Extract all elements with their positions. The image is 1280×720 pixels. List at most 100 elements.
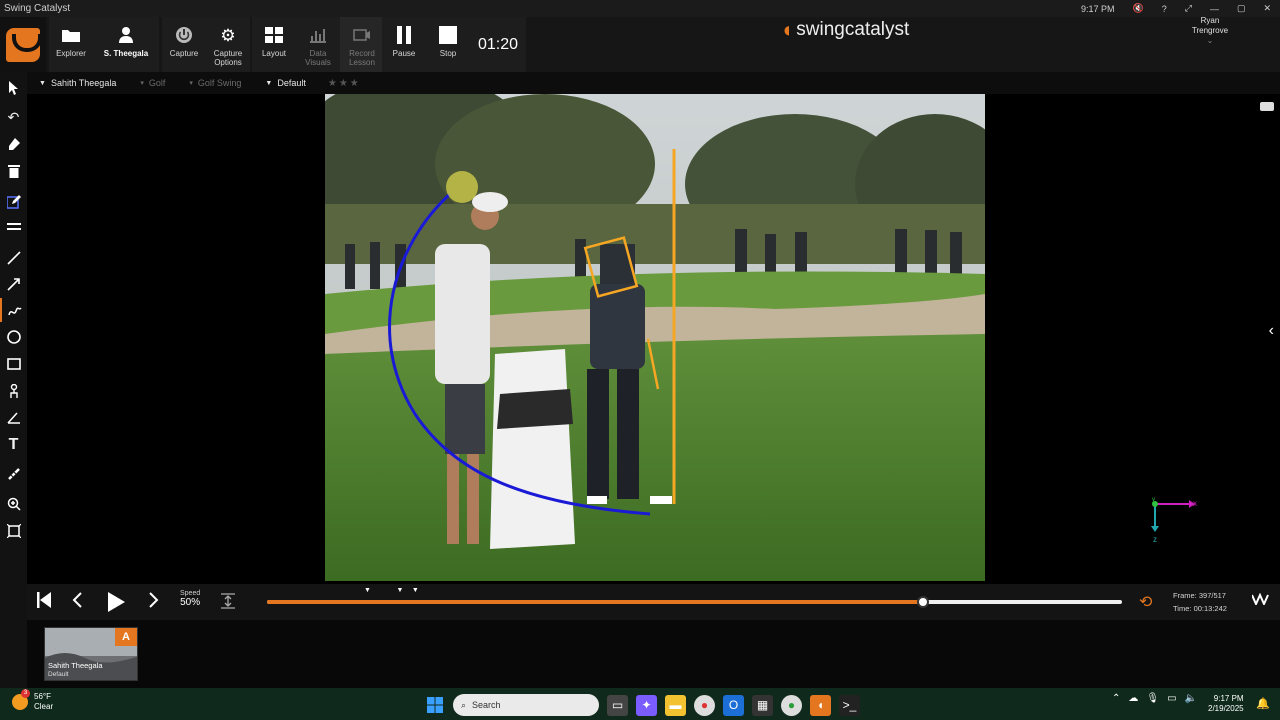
timeline-track[interactable]: ▼ ▼ ▼: [267, 587, 1122, 608]
taskbar-search[interactable]: ⌕ Search: [453, 694, 599, 716]
chrome-icon[interactable]: ●: [694, 694, 715, 716]
calculator-icon[interactable]: ▦: [752, 694, 773, 716]
clip-badge: A: [115, 628, 137, 646]
clip-name: Sahith Theegala: [48, 661, 103, 670]
pointer-icon[interactable]: [0, 76, 27, 100]
network-icon[interactable]: ▭: [1167, 693, 1176, 704]
stop-button[interactable]: Stop: [426, 17, 470, 72]
timeline-marker[interactable]: ▼: [397, 587, 404, 594]
windows-taskbar: 3 56°F Clear ⌕ Search ▭ ✦ ▬ ● O ▦ ● ◖ >_…: [0, 688, 1280, 720]
previous-frame-icon[interactable]: [72, 592, 82, 613]
explorer-button[interactable]: Explorer: [49, 17, 93, 72]
swing-catalyst-taskbar-icon[interactable]: ◖: [810, 694, 831, 716]
task-view-icon[interactable]: ▭: [607, 694, 628, 716]
layout-button[interactable]: Layout: [252, 17, 296, 72]
expand-icon[interactable]: ⤢: [1176, 3, 1201, 14]
skip-start-icon[interactable]: [37, 592, 51, 613]
speed-control[interactable]: Speed 50%: [180, 590, 200, 608]
brand-logo: ◖ swingcatalyst: [780, 17, 909, 43]
capture-options-button[interactable]: ⚙ Capture Options: [206, 17, 250, 72]
snapshot-icon[interactable]: [1260, 102, 1274, 111]
toolbar-group-capture: Capture ⚙ Capture Options: [162, 17, 250, 72]
arrow-icon[interactable]: [0, 272, 27, 296]
file-explorer-icon[interactable]: ▬: [665, 694, 686, 716]
breadcrumb-setup[interactable]: ▼ Default: [253, 78, 317, 88]
rating-stars[interactable]: ★★★: [318, 78, 361, 89]
circle-icon[interactable]: [0, 325, 27, 349]
title-bar: Swing Catalyst 9:17 PM 🔇 ? ⤢ — ▢ ✕: [0, 0, 1280, 17]
eraser-icon[interactable]: [0, 132, 27, 156]
title-time: 9:17 PM: [1080, 3, 1115, 14]
record-lesson-button[interactable]: Record Lesson: [340, 17, 384, 72]
line-icon[interactable]: [0, 246, 27, 270]
freehand-icon[interactable]: [0, 298, 27, 322]
power-icon: [173, 25, 195, 45]
crop-icon[interactable]: [0, 519, 27, 543]
timeline-marker[interactable]: ▼: [364, 587, 371, 594]
windows-start-icon[interactable]: [424, 695, 445, 716]
gear-icon: ⚙: [220, 25, 236, 45]
angle2-icon[interactable]: [0, 406, 27, 430]
taskbar-clock[interactable]: 9:17 PM 2/19/2025: [1208, 694, 1244, 714]
trim-icon[interactable]: [220, 593, 236, 614]
pause-button[interactable]: Pause: [382, 17, 426, 72]
microphone-icon[interactable]: 🎙: [1146, 693, 1159, 704]
outlook-icon[interactable]: O: [723, 694, 744, 716]
athlete-button[interactable]: S. Theegala: [93, 17, 159, 72]
mute-icon[interactable]: 🔇: [1124, 3, 1153, 14]
toolbar-group-record: Record Lesson: [340, 17, 384, 72]
clip-thumbnail[interactable]: A Sahith Theegala Default: [44, 627, 138, 681]
breadcrumb-athlete[interactable]: ▼ Sahith Theegala: [27, 78, 128, 88]
data-visuals-button[interactable]: Data Visuals: [296, 17, 340, 72]
capture-button[interactable]: Capture: [162, 17, 206, 72]
help-icon[interactable]: ?: [1153, 4, 1176, 14]
next-frame-icon[interactable]: [149, 592, 159, 613]
copilot-icon[interactable]: ✦: [636, 694, 657, 716]
toolbar-group-session: Explorer S. Theegala: [49, 17, 159, 72]
rectangle-icon[interactable]: [0, 352, 27, 376]
video-frame[interactable]: [325, 94, 985, 581]
terminal-icon[interactable]: >_: [839, 694, 860, 716]
timeline-marker[interactable]: ▼: [412, 587, 419, 594]
user-menu[interactable]: Ryan Trengrove ⌄: [1180, 16, 1240, 46]
trash-icon[interactable]: [0, 159, 27, 183]
user-first-name: Ryan: [1200, 16, 1220, 25]
brand-name: swingcatalyst: [796, 19, 910, 40]
weather-condition: Clear: [34, 702, 54, 711]
maximize-button[interactable]: ▢: [1228, 3, 1255, 14]
app-logo[interactable]: [0, 17, 46, 72]
person-icon: [115, 25, 137, 45]
lines-icon[interactable]: [0, 215, 27, 239]
chevron-up-icon[interactable]: ⌃: [1112, 693, 1120, 704]
minimize-button[interactable]: —: [1201, 4, 1228, 14]
chrome-profile-icon[interactable]: ●: [781, 694, 802, 716]
playback-bar: Speed 50% ▼ ▼ ▼ ⟲ Frame: 397/517 Time: 00:…: [27, 584, 1280, 620]
measure-icon[interactable]: [0, 462, 27, 486]
loop-icon[interactable]: ⟲: [1139, 592, 1152, 612]
chevron-left-icon[interactable]: ‹: [1269, 322, 1274, 340]
play-icon[interactable]: [107, 592, 125, 617]
breadcrumb-sport[interactable]: ▾ Golf: [128, 78, 177, 88]
cloud-icon[interactable]: ☁: [1128, 693, 1138, 704]
video-viewer: ‹ y x z: [27, 94, 1280, 584]
close-button[interactable]: ✕: [1254, 3, 1280, 14]
user-last-name: Trengrove: [1191, 26, 1229, 35]
edit-icon[interactable]: [0, 190, 27, 214]
zoom-icon[interactable]: [0, 492, 27, 516]
volume-icon[interactable]: 🔈: [1185, 693, 1197, 704]
axis-x-label: x: [1193, 499, 1197, 508]
weather-widget[interactable]: 3 56°F Clear: [12, 689, 54, 712]
main-toolbar: Explorer S. Theegala Capture ⚙ Capture O…: [0, 17, 1280, 72]
text-icon[interactable]: T: [0, 433, 27, 457]
waveform-icon[interactable]: [1251, 592, 1270, 608]
undo-icon[interactable]: ↶: [0, 105, 27, 129]
brand-mark-icon: ◖: [780, 17, 794, 42]
notification-bell-icon[interactable]: 🔔: [1256, 697, 1270, 710]
breadcrumb-category[interactable]: ▾ Golf Swing: [177, 78, 253, 88]
timeline-progress: [267, 600, 923, 604]
caret-down-icon: ▼: [39, 79, 46, 87]
notification-count: 3: [21, 689, 30, 698]
timeline-scrubber[interactable]: [916, 596, 929, 608]
angle-icon[interactable]: [0, 379, 27, 403]
window-controls: 9:17 PM 🔇 ? ⤢ — ▢ ✕: [1072, 0, 1280, 17]
